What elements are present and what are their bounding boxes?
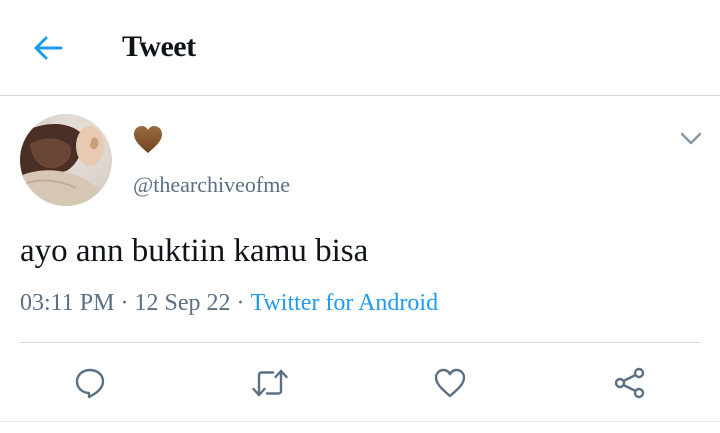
heart-icon	[434, 368, 466, 398]
top-bar: Tweet	[0, 0, 720, 96]
share-icon	[614, 367, 645, 399]
reply-button[interactable]	[70, 363, 110, 403]
back-button[interactable]	[28, 30, 68, 66]
share-button[interactable]	[610, 363, 650, 403]
tweet-detail-screen: Tweet @thearchiveofme ayo ann buktiin ka…	[0, 0, 720, 433]
user-handle[interactable]: @thearchiveofme	[133, 172, 290, 198]
tweet-date[interactable]: 12 Sep 22	[134, 290, 230, 316]
tweet-meta: 03:11 PM · 12 Sep 22 · Twitter for Android	[20, 290, 438, 317]
retweet-button[interactable]	[250, 363, 290, 403]
avatar[interactable]	[20, 114, 112, 206]
page-title: Tweet	[122, 30, 196, 63]
tweet-text: ayo ann buktiin kamu bisa	[20, 233, 369, 269]
chevron-down-icon	[680, 132, 702, 145]
action-bar	[0, 343, 720, 421]
more-options-button[interactable]	[676, 126, 706, 152]
reply-icon	[75, 368, 105, 399]
separator: ·	[236, 290, 245, 316]
display-name[interactable]	[132, 124, 164, 156]
avatar-photo	[20, 114, 112, 206]
like-button[interactable]	[430, 363, 470, 403]
tweet-source-link[interactable]: Twitter for Android	[250, 290, 438, 316]
brown-heart-emoji	[134, 126, 162, 153]
separator: ·	[120, 290, 129, 316]
retweet-icon	[252, 369, 288, 397]
bottom-divider	[0, 421, 720, 422]
arrow-left-icon	[34, 36, 63, 60]
tweet-time[interactable]: 03:11 PM	[20, 290, 114, 316]
